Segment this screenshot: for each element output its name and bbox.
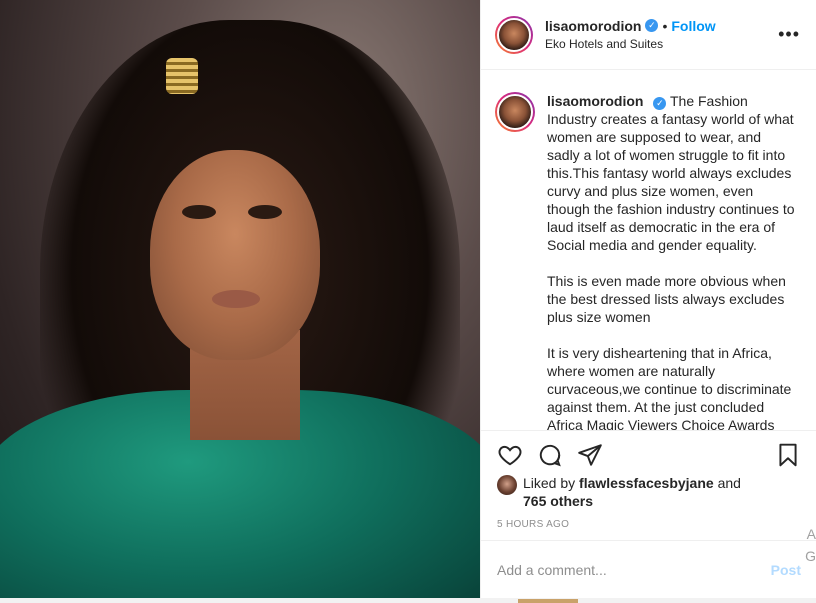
photo-face	[150, 150, 320, 360]
edge-text-top: A	[806, 526, 816, 542]
post-location[interactable]: Eko Hotels and Suites	[545, 36, 716, 52]
comment-bubble-icon[interactable]	[537, 442, 563, 468]
caption-paragraph-2: This is even made more obvious when the …	[547, 273, 786, 325]
author-avatar[interactable]	[495, 15, 533, 54]
photo-eye-left	[182, 205, 216, 219]
likes-others[interactable]: 765 others	[523, 493, 593, 509]
photo-hair-cuff	[166, 58, 198, 94]
author-meta: lisaomorodion ✓ • Follow Eko Hotels and …	[545, 18, 716, 52]
post-comment-button[interactable]: Post	[771, 562, 801, 578]
caption-text: lisaomorodion ✓ The Fashion Industry cre…	[547, 92, 797, 430]
likes-summary: Liked by flawlessfacesbyjane and 765 oth…	[497, 474, 741, 510]
caption-avatar-image	[497, 94, 533, 130]
caption-avatar[interactable]	[495, 92, 535, 132]
liker-avatar[interactable]	[497, 475, 517, 495]
post-timestamp[interactable]: 5 HOURS AGO	[497, 519, 569, 530]
author-avatar-image	[497, 17, 531, 52]
caption-paragraph-3: It is very disheartening that in Africa,…	[547, 345, 792, 430]
bottom-strip	[0, 598, 816, 603]
caption-paragraph-1: lisaomorodion ✓ The Fashion Industry cre…	[547, 92, 797, 254]
likes-and: and	[717, 475, 741, 491]
comment-input[interactable]	[497, 561, 771, 578]
liker-username[interactable]: flawlessfacesbyjane	[579, 475, 714, 491]
photo-lips	[212, 290, 260, 308]
post-header: lisaomorodion ✓ • Follow Eko Hotels and …	[481, 0, 816, 70]
heart-icon[interactable]	[497, 442, 523, 468]
likes-prefix: Liked by	[523, 475, 576, 491]
caption-verified-badge-icon: ✓	[653, 97, 667, 110]
follow-button[interactable]: Follow	[671, 18, 715, 34]
separator-dot: •	[662, 17, 668, 34]
caption-area: lisaomorodion ✓ The Fashion Industry cre…	[481, 70, 816, 430]
add-comment-bar: Post	[481, 540, 816, 598]
likes-text: Liked by flawlessfacesbyjane and 765 oth…	[523, 474, 741, 510]
edge-text-bottom: G	[805, 548, 816, 564]
more-options-icon[interactable]: •••	[778, 24, 800, 45]
post-side-panel: lisaomorodion ✓ • Follow Eko Hotels and …	[480, 0, 816, 598]
bookmark-icon[interactable]	[775, 442, 801, 468]
caption-text-1: The Fashion Industry creates a fantasy w…	[547, 93, 795, 253]
bottom-strip-mark	[518, 599, 578, 603]
photo-eye-right	[248, 205, 282, 219]
caption-username[interactable]: lisaomorodion	[547, 93, 643, 109]
action-bar	[481, 430, 816, 478]
verified-badge-icon: ✓	[645, 19, 659, 32]
author-username[interactable]: lisaomorodion	[545, 18, 641, 34]
post-photo[interactable]	[0, 0, 480, 598]
author-row: lisaomorodion ✓ • Follow	[545, 18, 716, 34]
share-paper-plane-icon[interactable]	[577, 442, 603, 468]
